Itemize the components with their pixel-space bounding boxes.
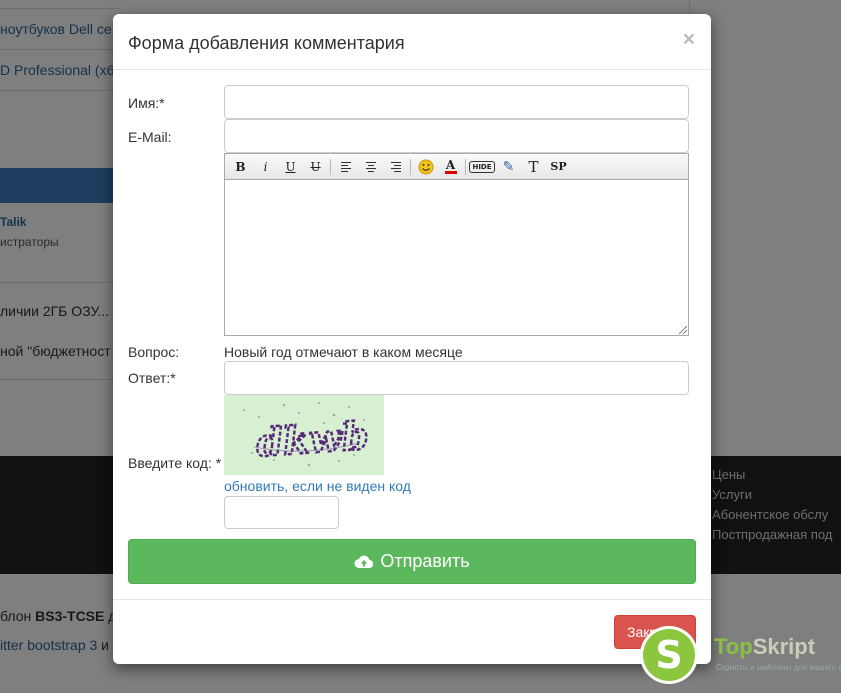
align-left-icon — [340, 161, 351, 172]
spoiler-icon: SP — [550, 160, 567, 173]
captcha-image: dkwb — [224, 395, 384, 475]
underline-glyph: U — [285, 159, 296, 174]
watermark-logo: S — [640, 626, 698, 684]
watermark-brand: TopSkript — [714, 634, 815, 660]
align-right-button[interactable] — [383, 156, 408, 178]
spoiler-button[interactable]: SP — [546, 156, 571, 178]
text-color-button[interactable]: A — [438, 156, 463, 178]
watermark-letter: S — [655, 633, 683, 677]
answer-input[interactable] — [224, 361, 689, 395]
font-icon: T — [528, 157, 539, 176]
toolbar-separator — [465, 158, 466, 175]
cloud-upload-icon — [354, 555, 374, 568]
watermark-brand-2: Skript — [752, 634, 816, 659]
question-label: Вопрос: — [128, 344, 180, 360]
hide-icon: HIDE — [469, 160, 495, 173]
modal-title: Форма добавления комментария — [128, 33, 405, 53]
resize-handle-icon[interactable] — [679, 326, 687, 334]
editor-toolbar: B i U U A HIDE ✎ T SP — [225, 154, 688, 180]
modal-header: Форма добавления комментария × — [113, 14, 711, 70]
align-center-icon — [365, 161, 376, 172]
submit-label: Отправить — [380, 551, 470, 571]
captcha-refresh-link[interactable]: обновить, если не виден код — [224, 478, 411, 494]
captcha-noise: dkwb — [243, 402, 371, 467]
edit-button[interactable]: ✎ — [496, 156, 521, 178]
color-swatch — [444, 171, 457, 174]
bold-button[interactable]: B — [228, 156, 253, 178]
align-left-button[interactable] — [333, 156, 358, 178]
bold-glyph: B — [235, 159, 246, 174]
watermark-tagline: Скрипты и шаблоны для вашего сайта — [716, 663, 841, 672]
submit-button[interactable]: Отправить — [128, 539, 696, 584]
strike-glyph: U — [310, 159, 321, 174]
watermark-brand-1: Top — [714, 634, 753, 659]
italic-button[interactable]: i — [253, 156, 278, 178]
smiley-button[interactable] — [413, 156, 438, 178]
comment-modal: Форма добавления комментария × Имя:* E-M… — [113, 14, 711, 664]
italic-glyph: i — [263, 159, 268, 174]
font-button[interactable]: T — [521, 156, 546, 178]
answer-label: Ответ:* — [128, 370, 176, 386]
toolbar-separator — [410, 158, 411, 175]
captcha-input[interactable] — [224, 496, 339, 529]
smiley-icon — [418, 159, 433, 174]
hide-button[interactable]: HIDE — [468, 156, 496, 178]
close-icon[interactable]: × — [683, 29, 695, 50]
email-label: E-Mail: — [128, 129, 172, 145]
code-label: Введите код: * — [128, 455, 222, 471]
text-color-glyph: A — [445, 158, 456, 172]
name-label: Имя:* — [128, 95, 165, 111]
question-text: Новый год отмечают в каком месяце — [224, 344, 463, 360]
toolbar-separator — [330, 158, 331, 175]
captcha-text: dkwb — [255, 413, 370, 466]
align-center-button[interactable] — [358, 156, 383, 178]
align-right-icon — [390, 161, 401, 172]
underline-button[interactable]: U — [278, 156, 303, 178]
edit-icon: ✎ — [502, 158, 515, 175]
comment-textarea[interactable] — [225, 181, 688, 335]
text-color-icon: A — [444, 158, 457, 174]
email-input[interactable] — [224, 119, 689, 153]
strike-button[interactable]: U — [303, 156, 328, 178]
comment-editor: B i U U A HIDE ✎ T SP — [224, 153, 689, 336]
name-input[interactable] — [224, 85, 689, 119]
